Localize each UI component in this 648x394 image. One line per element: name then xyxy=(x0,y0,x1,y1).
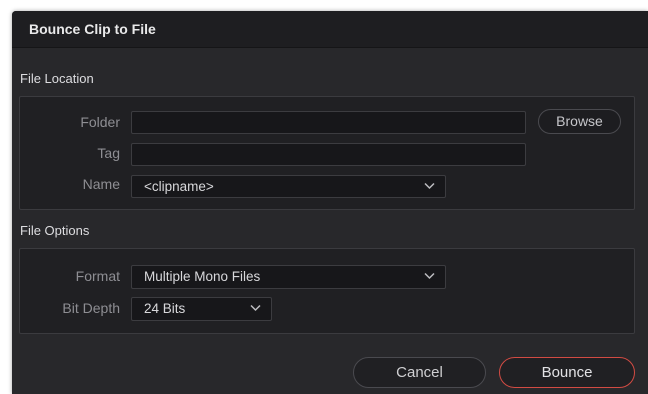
chevron-down-icon xyxy=(424,272,435,280)
chevron-down-icon xyxy=(250,304,261,312)
bounce-button[interactable]: Bounce xyxy=(499,357,635,388)
browse-button[interactable]: Browse xyxy=(538,109,621,134)
format-select[interactable]: Multiple Mono Files xyxy=(131,265,446,289)
name-select[interactable]: <clipname> xyxy=(131,175,446,198)
bitdepth-select-value: 24 Bits xyxy=(144,301,186,316)
dialog-title: Bounce Clip to File xyxy=(29,21,156,37)
tag-label: Tag xyxy=(97,145,120,161)
file-options-group: Format Multiple Mono Files Bit Depth 24 … xyxy=(19,248,635,334)
bitdepth-select[interactable]: 24 Bits xyxy=(131,297,272,321)
bounce-clip-dialog: Bounce Clip to File File Location Folder… xyxy=(12,11,648,394)
name-label: Name xyxy=(82,176,120,192)
tag-field[interactable] xyxy=(131,143,526,166)
folder-field[interactable] xyxy=(131,111,526,134)
file-location-heading: File Location xyxy=(20,71,94,86)
format-label: Format xyxy=(75,268,120,284)
name-select-value: <clipname> xyxy=(144,179,214,194)
file-options-heading: File Options xyxy=(20,223,90,238)
file-location-group: Folder Browse Tag Name <clipname> xyxy=(19,96,635,210)
cancel-button[interactable]: Cancel xyxy=(353,357,486,388)
format-select-value: Multiple Mono Files xyxy=(144,269,261,284)
bitdepth-label: Bit Depth xyxy=(62,300,120,316)
chevron-down-icon xyxy=(424,182,435,190)
folder-label: Folder xyxy=(80,114,120,130)
dialog-titlebar: Bounce Clip to File xyxy=(12,11,648,48)
